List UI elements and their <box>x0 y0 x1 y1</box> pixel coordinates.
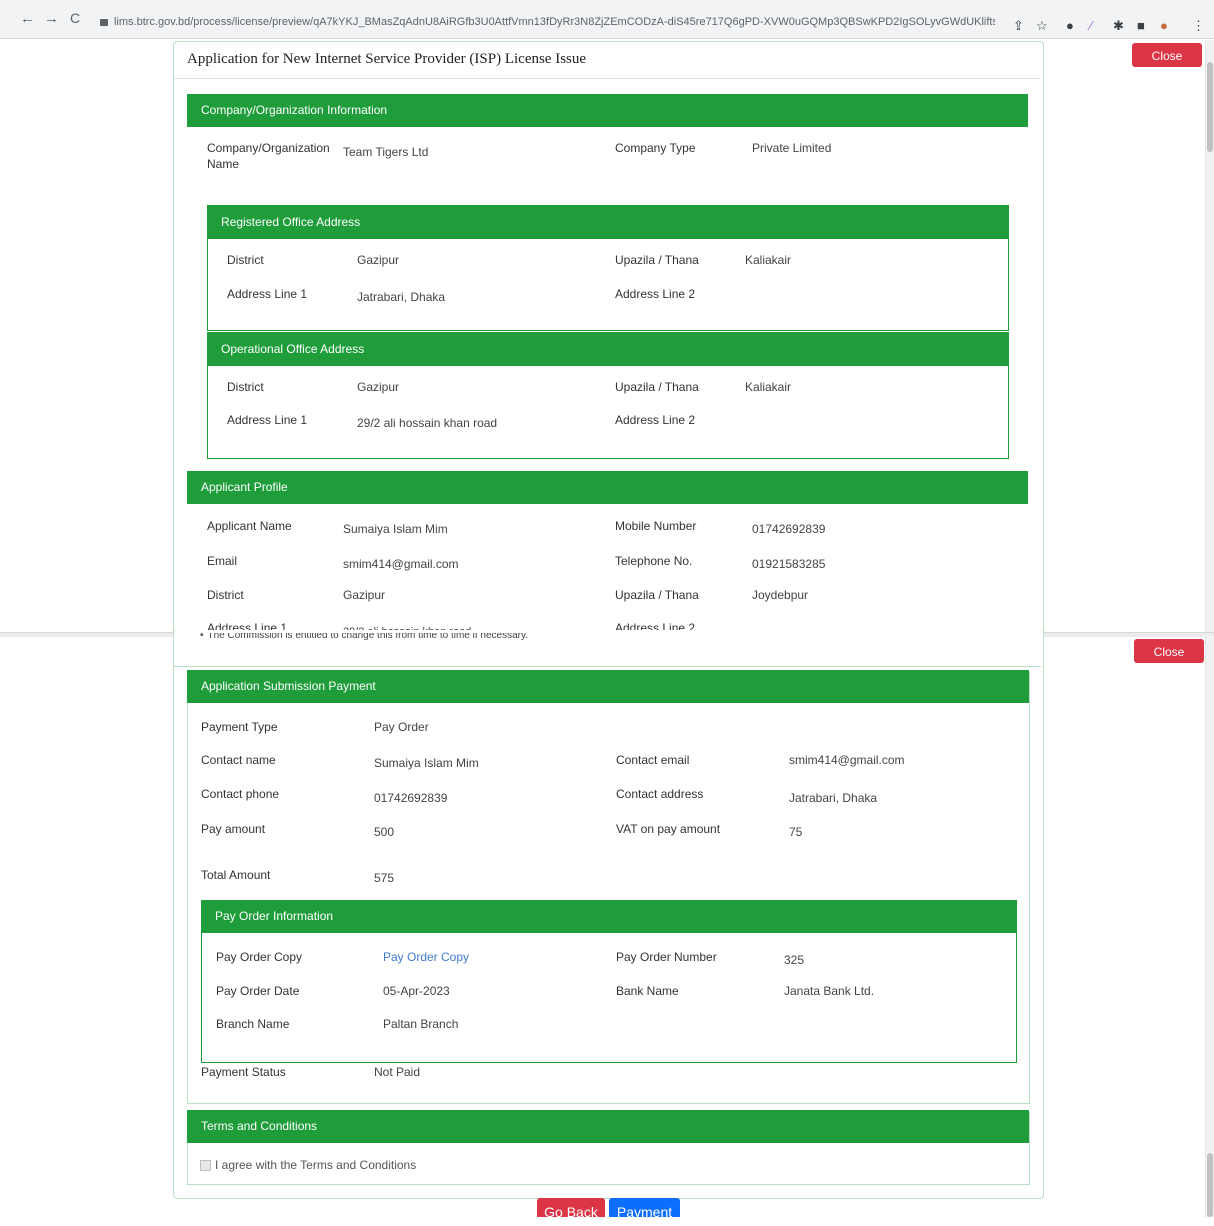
bank-name-value: Janata Bank Ltd. <box>784 984 875 998</box>
extension-circle-icon[interactable]: ● <box>1066 18 1074 33</box>
contact-email-value: smim414@gmail.com <box>789 753 905 767</box>
back-arrow-icon[interactable]: ← <box>20 10 35 27</box>
company-name-value: Team Tigers Ltd <box>343 145 429 159</box>
company-type-label: Company Type <box>615 141 696 155</box>
pay-order-date-value: 05-Apr-2023 <box>383 984 450 998</box>
telephone-label: Telephone No. <box>615 554 693 568</box>
address-bar[interactable]: lims.btrc.gov.bd/process/license/preview… <box>100 16 995 38</box>
registered-office-header: Registered Office Address <box>207 206 1008 239</box>
top-scrollbar-thumb[interactable] <box>1207 62 1213 152</box>
branch-name-value: Paltan Branch <box>383 1017 459 1031</box>
email-value: smim414@gmail.com <box>343 557 459 571</box>
notice-divider <box>174 666 1041 667</box>
payment-button[interactable]: Payment <box>609 1198 680 1220</box>
pay-amount-value: 500 <box>374 825 395 839</box>
page-title: Application for New Internet Service Pro… <box>187 51 587 67</box>
kebab-menu-icon[interactable]: ⋮ <box>1192 18 1205 34</box>
op-addr1-label: Address Line 1 <box>227 413 308 427</box>
op-district-value: Gazipur <box>357 380 400 394</box>
company-name-label-1: Company/Organization <box>207 141 330 155</box>
company-info-header: Company/Organization Information <box>187 94 1028 127</box>
op-addr1-value: 29/2 ali hossain khan road <box>357 416 498 430</box>
applicant-upazila-value: Joydebpur <box>752 588 809 602</box>
applicant-name-value: Sumaiya Islam Mim <box>343 522 448 536</box>
applicant-district-value: Gazipur <box>343 588 386 602</box>
bookmark-star-icon[interactable]: ☆ <box>1036 18 1048 34</box>
payment-type-value: Pay Order <box>374 720 429 734</box>
notice-text-cut: • The Commission is entitled to change th… <box>200 633 528 643</box>
pay-order-number-value: 325 <box>784 953 805 967</box>
title-divider <box>174 78 1041 79</box>
payment-type-label: Payment Type <box>201 720 278 734</box>
pay-order-date-label: Pay Order Date <box>216 984 300 998</box>
op-addr2-label: Address Line 2 <box>615 413 696 427</box>
contact-phone-label: Contact phone <box>201 787 280 801</box>
op-district-label: District <box>227 380 264 394</box>
reg-addr1-value: Jatrabari, Dhaka <box>357 290 446 304</box>
pay-order-number-label: Pay Order Number <box>616 950 717 964</box>
total-amount-label: Total Amount <box>201 868 271 882</box>
vat-label: VAT on pay amount <box>616 822 721 836</box>
reg-addr2-label: Address Line 2 <box>615 287 696 301</box>
bank-name-label: Bank Name <box>616 984 679 998</box>
applicant-upazila-label: Upazila / Thana <box>615 588 699 602</box>
operational-office-header: Operational Office Address <box>207 333 1008 366</box>
share-icon[interactable]: ⇪ <box>1013 18 1024 34</box>
op-upazila-value: Kaliakair <box>745 380 792 394</box>
branch-name-label: Branch Name <box>216 1017 290 1031</box>
payment-status-value: Not Paid <box>374 1065 421 1079</box>
bullet-icon: • <box>200 633 204 641</box>
reg-upazila-label: Upazila / Thana <box>615 253 699 267</box>
bottom-scrollbar-thumb[interactable] <box>1207 1153 1213 1217</box>
bottom-scrollbar[interactable] <box>1205 636 1214 1217</box>
forward-arrow-icon[interactable]: → <box>44 10 59 27</box>
reg-upazila-value: Kaliakair <box>745 253 792 267</box>
pay-amount-label: Pay amount <box>201 822 266 836</box>
terms-checkbox[interactable] <box>200 1160 211 1171</box>
close-button-bottom[interactable]: Close <box>1134 639 1204 663</box>
go-back-button[interactable]: Go Back <box>537 1198 605 1220</box>
url-text: lims.btrc.gov.bd/process/license/preview… <box>114 16 995 28</box>
extensions-puzzle-icon[interactable]: ✱ <box>1113 18 1124 34</box>
pay-order-header: Pay Order Information <box>201 900 1016 933</box>
reg-addr1-label: Address Line 1 <box>227 287 308 301</box>
mobile-label: Mobile Number <box>615 519 697 533</box>
contact-name-label: Contact name <box>201 753 276 767</box>
pay-order-copy-link[interactable]: Pay Order Copy <box>383 950 469 964</box>
reg-district-label: District <box>227 253 264 267</box>
applicant-district-label: District <box>207 588 244 602</box>
telephone-value: 01921583285 <box>752 557 826 571</box>
contact-email-label: Contact email <box>616 753 690 767</box>
contact-address-label: Contact address <box>616 787 704 801</box>
mobile-value: 01742692839 <box>752 522 826 536</box>
payment-header: Application Submission Payment <box>187 670 1029 703</box>
op-upazila-label: Upazila / Thana <box>615 380 699 394</box>
company-name-label-2: Name <box>207 157 240 171</box>
payment-status-label: Payment Status <box>201 1065 286 1079</box>
applicant-name-label: Applicant Name <box>207 519 292 533</box>
contact-phone-value: 01742692839 <box>374 791 448 805</box>
terms-agree-label: I agree with the Terms and Conditions <box>215 1158 417 1172</box>
top-scrollbar[interactable] <box>1205 40 1214 632</box>
contact-address-value: Jatrabari, Dhaka <box>789 791 878 805</box>
vat-value: 75 <box>789 825 803 839</box>
side-panel-icon[interactable]: ■ <box>1137 18 1145 33</box>
reg-district-value: Gazipur <box>357 253 400 267</box>
applicant-profile-header: Applicant Profile <box>187 471 1028 504</box>
pay-order-copy-label: Pay Order Copy <box>216 950 303 964</box>
extension-pen-icon[interactable]: ⁄ <box>1090 18 1092 33</box>
lock-icon <box>100 19 108 26</box>
total-amount-value: 575 <box>374 871 395 885</box>
contact-name-value: Sumaiya Islam Mim <box>374 756 479 770</box>
terms-header: Terms and Conditions <box>187 1110 1029 1143</box>
company-type-value: Private Limited <box>752 141 832 155</box>
reload-icon[interactable]: C <box>70 10 80 26</box>
close-button[interactable]: Close <box>1132 43 1202 67</box>
profile-avatar-icon[interactable]: ● <box>1160 18 1168 33</box>
browser-toolbar: ← → C lims.btrc.gov.bd/process/license/p… <box>0 0 1214 39</box>
email-label: Email <box>207 554 238 568</box>
